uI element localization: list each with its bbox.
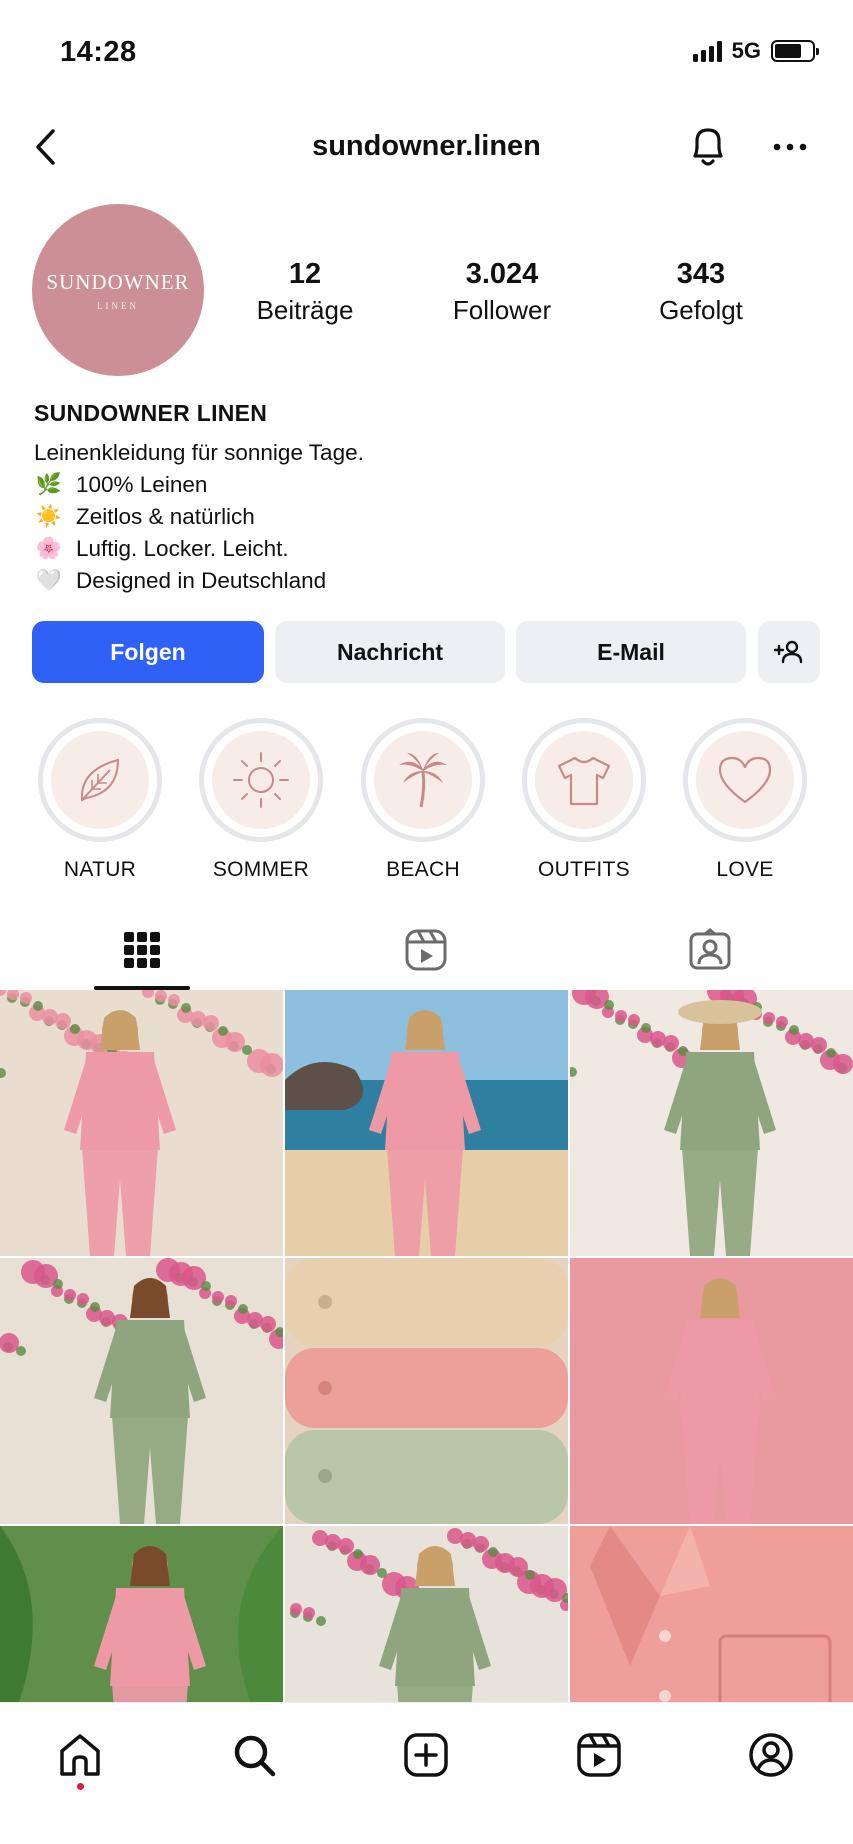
more-horizontal-icon bbox=[773, 143, 807, 151]
reels-icon bbox=[577, 1733, 621, 1777]
add-person-icon bbox=[773, 640, 803, 664]
post-image bbox=[0, 990, 283, 1256]
add-post-icon bbox=[404, 1733, 448, 1777]
avatar-brand: SUNDOWNER bbox=[46, 269, 190, 294]
nav-search[interactable] bbox=[214, 1725, 294, 1785]
post-thumbnail[interactable] bbox=[285, 990, 568, 1256]
search-icon bbox=[234, 1735, 276, 1777]
profile-avatar[interactable]: SUNDOWNER LINEN bbox=[32, 204, 204, 376]
post-image bbox=[664, 1278, 776, 1524]
notifications-button[interactable] bbox=[685, 122, 731, 172]
post-image bbox=[285, 1258, 568, 1524]
stat-value: 12 bbox=[288, 258, 322, 290]
profile-icon bbox=[749, 1733, 793, 1777]
bell-icon bbox=[693, 128, 723, 166]
highlight-ring bbox=[683, 718, 807, 842]
highlight-ring bbox=[38, 718, 162, 842]
reels-icon bbox=[405, 929, 447, 971]
bio-line: ☀️ Zeitlos & natürlich bbox=[34, 501, 814, 533]
highlight-ring bbox=[199, 718, 323, 842]
bio-text: Designed in Deutschland bbox=[76, 568, 327, 593]
home-icon bbox=[60, 1734, 100, 1776]
bio-line: 🌸 Luftig. Locker. Leicht. bbox=[34, 533, 814, 565]
bio-line: 🌿 100% Leinen bbox=[34, 469, 814, 501]
stat-label: Follower bbox=[452, 295, 552, 325]
bio-line: 🤍 Designed in Deutschland bbox=[34, 565, 814, 597]
highlight-label: NATUR bbox=[63, 858, 137, 881]
stat-posts[interactable]: 12 Beiträge bbox=[225, 258, 385, 326]
post-thumbnail[interactable] bbox=[570, 1258, 853, 1524]
message-button[interactable]: Nachricht bbox=[275, 621, 505, 683]
stat-label: Beiträge bbox=[256, 295, 354, 325]
heart-icon bbox=[718, 756, 772, 804]
highlight-outfits[interactable]: OUTFITS bbox=[522, 718, 646, 882]
tshirt-icon bbox=[557, 756, 611, 806]
tagged-tab[interactable] bbox=[568, 910, 852, 990]
post-thumbnail[interactable] bbox=[0, 1258, 283, 1524]
stat-value: 343 bbox=[676, 258, 726, 290]
highlight-sommer[interactable]: SOMMER bbox=[199, 718, 323, 882]
highlight-label: BEACH bbox=[386, 858, 460, 881]
profile-actions: Folgen Nachricht E-Mail bbox=[32, 621, 820, 683]
grid-tab[interactable] bbox=[0, 910, 284, 990]
highlight-love[interactable]: LOVE bbox=[683, 718, 807, 882]
post-thumbnail[interactable] bbox=[285, 1258, 568, 1524]
highlight-ring bbox=[361, 718, 485, 842]
post-image bbox=[0, 1258, 283, 1524]
leaf-icon bbox=[80, 758, 120, 802]
profile-header: sundowner.linen bbox=[0, 110, 853, 184]
grid-icon bbox=[124, 932, 160, 968]
nav-home[interactable] bbox=[40, 1725, 120, 1785]
network-type: 5G bbox=[731, 38, 761, 63]
profile-display-name: SUNDOWNER LINEN bbox=[34, 400, 268, 426]
stat-label: Gefolgt bbox=[659, 295, 743, 325]
post-image bbox=[285, 990, 568, 1256]
post-thumbnail[interactable] bbox=[0, 990, 283, 1256]
avatar-subtitle: LINEN bbox=[97, 300, 139, 311]
post-thumbnail[interactable] bbox=[570, 990, 853, 1256]
blossom-emoji-icon: 🌸 bbox=[35, 537, 63, 560]
signal-icon bbox=[692, 40, 722, 62]
bottom-navigation bbox=[0, 1702, 853, 1844]
nav-reels[interactable] bbox=[559, 1725, 639, 1785]
tagged-user-icon bbox=[689, 928, 731, 970]
highlight-label: SOMMER bbox=[212, 858, 310, 881]
follow-button[interactable]: Folgen bbox=[32, 621, 264, 683]
home-notification-dot bbox=[77, 1783, 84, 1790]
highlight-ring bbox=[522, 718, 646, 842]
leaf-emoji-icon: 🌿 bbox=[35, 473, 63, 496]
stat-value: 3.024 bbox=[465, 258, 539, 290]
bio-text: Zeitlos & natürlich bbox=[76, 504, 255, 529]
highlight-natur[interactable]: NATUR bbox=[38, 718, 162, 882]
battery-icon bbox=[771, 40, 819, 62]
posts-grid bbox=[0, 990, 853, 1792]
reels-tab[interactable] bbox=[284, 910, 568, 990]
palm-tree-icon bbox=[399, 753, 447, 808]
nav-profile[interactable] bbox=[731, 1725, 811, 1785]
email-button[interactable]: E-Mail bbox=[516, 621, 746, 683]
highlight-label: LOVE bbox=[716, 858, 774, 881]
status-bar: 14:28 5G bbox=[0, 0, 853, 100]
bio-text: 100% Leinen bbox=[76, 472, 208, 497]
bio-text: Luftig. Locker. Leicht. bbox=[76, 536, 289, 561]
nav-create[interactable] bbox=[386, 1725, 466, 1785]
profile-bio: SUNDOWNER LINEN Leinenkleidung für sonni… bbox=[34, 400, 814, 597]
sun-emoji-icon: ☀️ bbox=[35, 505, 63, 528]
bio-line: Leinenkleidung für sonnige Tage. bbox=[34, 437, 814, 469]
highlight-label: OUTFITS bbox=[538, 858, 630, 881]
sun-icon bbox=[233, 752, 289, 808]
content-tabs bbox=[0, 910, 853, 990]
stat-following[interactable]: 343 Gefolgt bbox=[621, 258, 781, 326]
status-time: 14:28 bbox=[60, 36, 137, 68]
profile-stats: 12 Beiträge 3.024 Follower 343 Gefolgt bbox=[220, 258, 810, 338]
bio-text: Leinenkleidung für sonnige Tage. bbox=[34, 440, 364, 465]
more-options-button[interactable] bbox=[767, 124, 813, 170]
highlight-beach[interactable]: BEACH bbox=[361, 718, 485, 882]
suggested-users-button[interactable] bbox=[758, 621, 820, 683]
story-highlights: NATUR SOMMER BEACH OUTFITS LOVE bbox=[38, 718, 818, 881]
white-heart-emoji-icon: 🤍 bbox=[35, 569, 63, 592]
post-image bbox=[570, 990, 853, 1256]
status-indicators: 5G bbox=[692, 38, 819, 64]
stat-followers[interactable]: 3.024 Follower bbox=[422, 258, 582, 326]
